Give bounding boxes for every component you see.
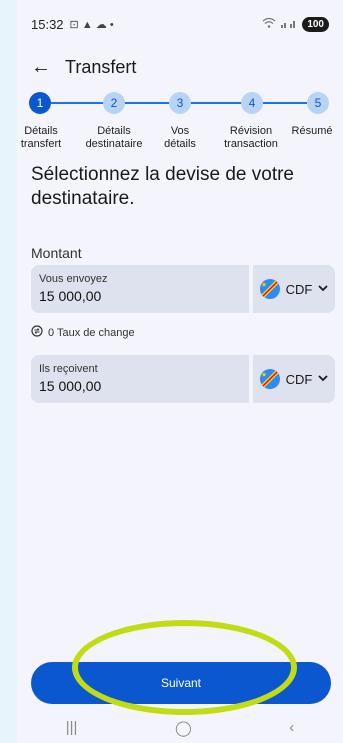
step-3-label: Vos détails <box>155 125 205 151</box>
step-connector <box>51 102 105 104</box>
step-1-label-line1: Détails <box>24 125 58 137</box>
step-4-label-line2: transaction <box>224 138 278 150</box>
notification-icons: ⊡ ▲ ☁ • <box>69 18 114 31</box>
back-arrow-icon[interactable]: ← <box>31 56 57 79</box>
exchange-icon <box>31 325 43 340</box>
receive-amount-value[interactable]: 15 000,00 <box>39 378 241 394</box>
send-amount-field[interactable]: Vous envoyez 15 000,00 <box>31 265 249 313</box>
recents-icon[interactable]: ||| <box>66 719 78 736</box>
receive-currency-code: CDF <box>285 371 313 387</box>
step-3-label-line1: Vos <box>170 125 190 137</box>
progress-stepper: 1 2 3 4 5 Détails transfert Détails dest… <box>17 92 343 156</box>
highlight-ring <box>72 620 297 715</box>
step-1-label: Détails transfert <box>17 125 65 151</box>
receive-currency-select[interactable]: CDF <box>253 355 335 403</box>
drc-flag-icon <box>259 279 280 299</box>
battery-icon: 100 <box>302 16 329 32</box>
drc-flag-icon <box>259 369 280 389</box>
step-5-label-line1: Résumé <box>291 125 333 137</box>
home-icon[interactable]: ◯ <box>175 719 192 737</box>
receive-amount-field[interactable]: Ils reçoivent 15 000,00 <box>31 355 249 403</box>
send-currency-code: CDF <box>285 281 313 297</box>
chevron-down-icon <box>318 284 328 295</box>
step-1-label-line2: transfert <box>20 138 62 150</box>
step-1-indicator: 1 <box>29 92 51 114</box>
back-icon[interactable]: ‹ <box>289 719 294 736</box>
exchange-rate-text: 0 Taux de change <box>48 326 135 339</box>
wifi-icon <box>262 17 276 32</box>
step-2-label-line2: destinataire <box>85 138 143 150</box>
chevron-down-icon <box>318 374 328 385</box>
step-4-label-line1: Révision <box>229 125 273 137</box>
status-bar: 15:32 ⊡ ▲ ☁ • 100 <box>17 0 343 48</box>
signal-icon <box>280 17 298 32</box>
step-3-indicator: 3 <box>169 92 191 114</box>
section-heading: Sélectionnez la devise de votre destinat… <box>31 164 294 209</box>
status-right: 100 <box>262 16 329 32</box>
app-bar: ← Transfert <box>17 52 343 82</box>
status-time: 15:32 <box>31 16 64 32</box>
step-3-label-line2: détails <box>164 138 196 150</box>
step-2-label-line1: Détails <box>97 125 131 137</box>
amount-label: Montant <box>31 245 82 261</box>
system-nav-bar: ||| ◯ ‹ <box>17 712 343 743</box>
step-5-indicator: 5 <box>307 92 329 114</box>
page-title: Transfert <box>65 56 137 77</box>
step-connector <box>124 102 170 104</box>
step-2-label: Détails destinataire <box>79 125 149 151</box>
exchange-rate-info: 0 Taux de change <box>31 325 135 340</box>
step-5-label: Résumé <box>287 125 337 138</box>
send-currency-select[interactable]: CDF <box>253 265 335 313</box>
step-connector <box>261 102 307 104</box>
phone-screen: 15:32 ⊡ ▲ ☁ • 100 ← Transfert 1 2 3 4 5 … <box>17 0 343 743</box>
step-connector <box>189 102 242 104</box>
step-4-label: Révision transaction <box>215 125 287 151</box>
send-amount-label: Vous envoyez <box>39 273 108 285</box>
send-amount-value[interactable]: 15 000,00 <box>39 288 241 304</box>
step-2-indicator: 2 <box>103 92 125 114</box>
receive-amount-label: Ils reçoivent <box>39 363 98 375</box>
step-4-indicator: 4 <box>241 92 263 114</box>
